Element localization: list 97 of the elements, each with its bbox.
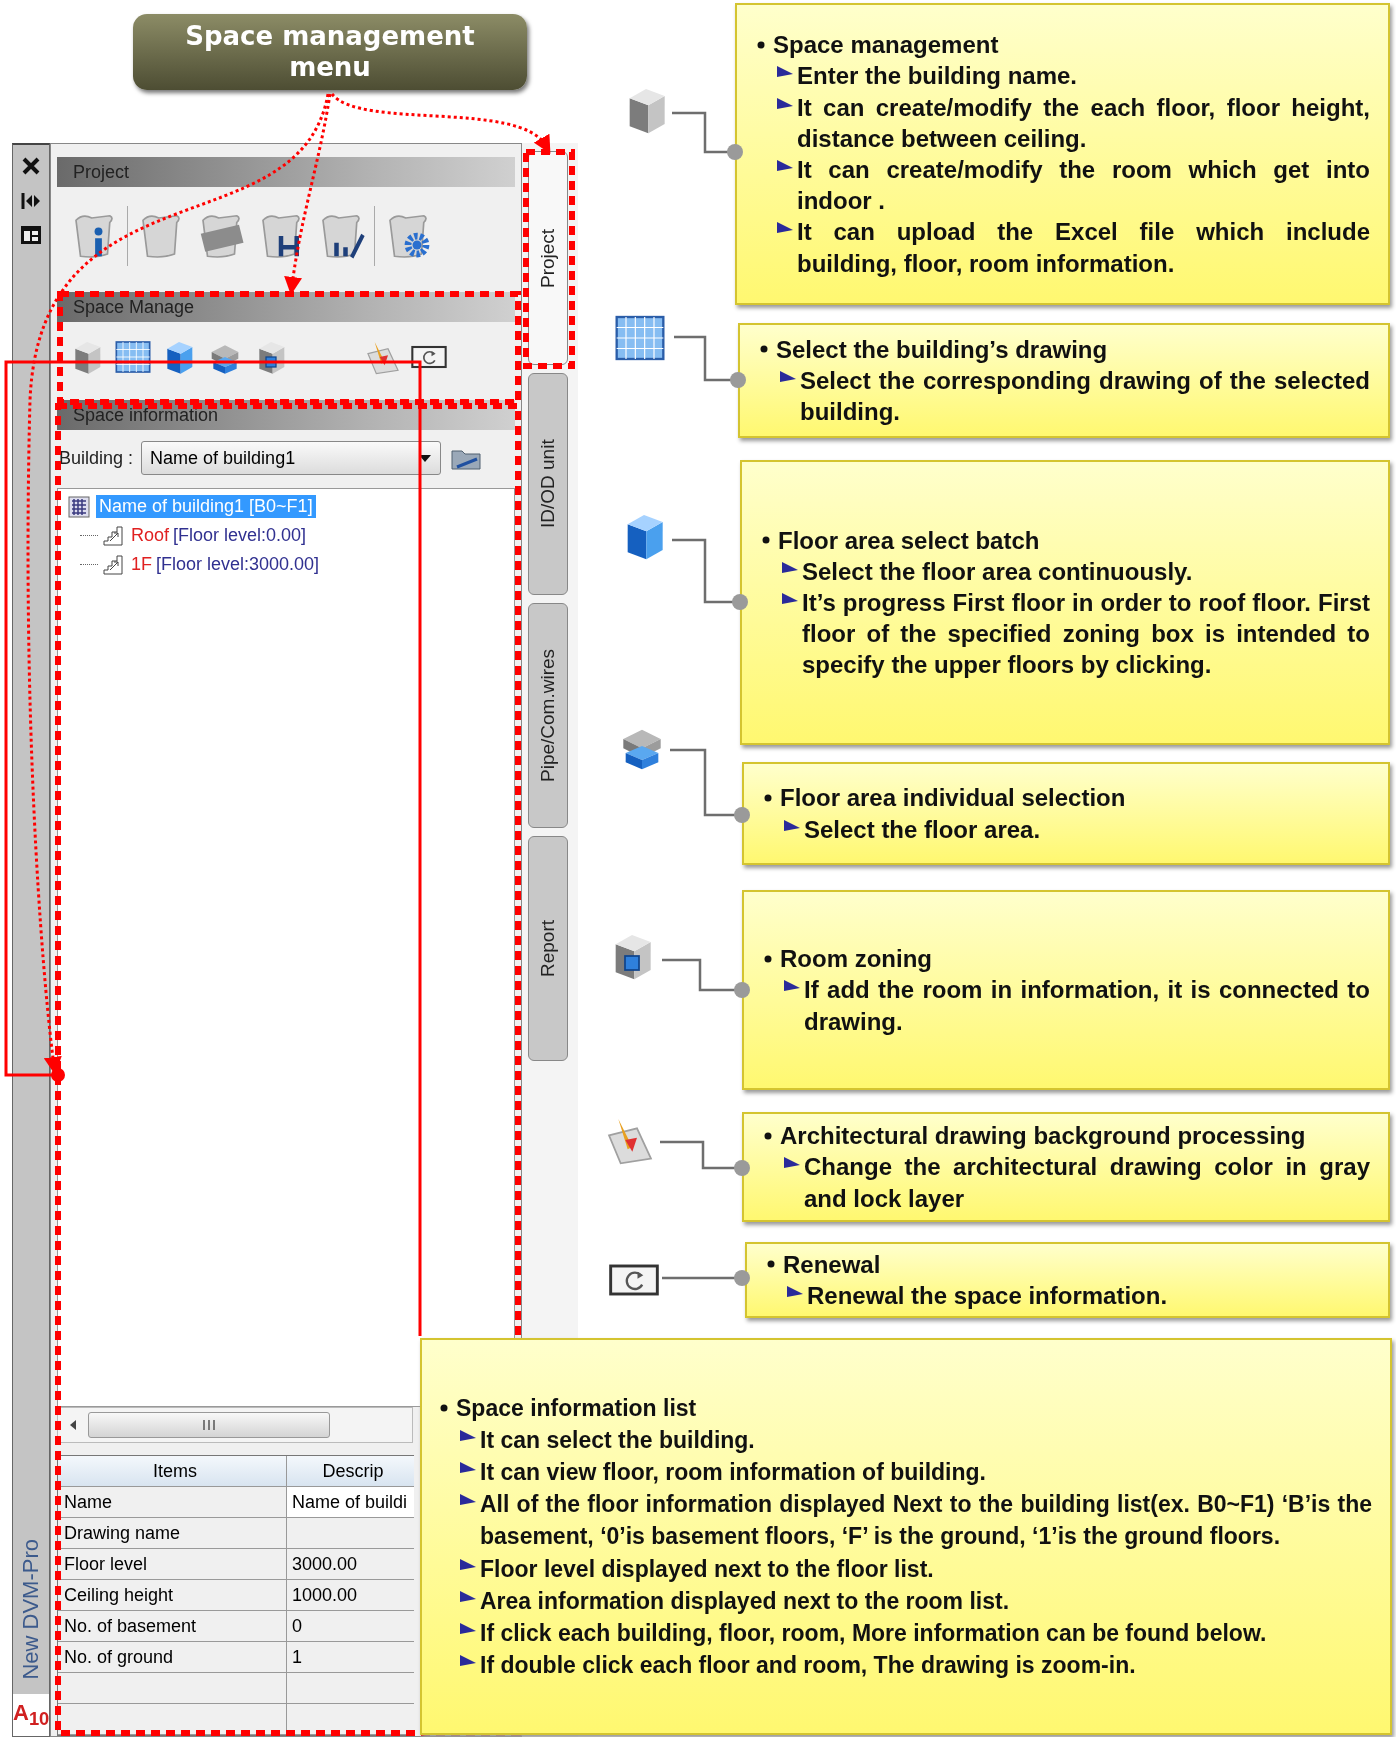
bullet-icon: [760, 345, 768, 354]
flag-bullet-icon: [784, 819, 800, 832]
callout-text: Area information displayed next to the room list.: [480, 1586, 1011, 1616]
flag-bullet-icon: [787, 1286, 803, 1298]
table-cell: Name of buildi: [287, 1487, 414, 1517]
bullet-icon: [767, 1260, 775, 1269]
flag-bullet-icon: [460, 1494, 476, 1507]
table-cell-text: 1000.00: [291, 1583, 359, 1607]
section-header: Project: [57, 157, 515, 187]
bullet-icon: [762, 536, 770, 545]
callout-text: It can create/modify the room which get into indoor .: [797, 155, 1370, 217]
flag-bullet-icon: [782, 592, 798, 605]
callout-title: Space management: [773, 30, 999, 61]
table-cell: Drawing name: [58, 1518, 287, 1548]
close-icon[interactable]: [20, 155, 42, 177]
floor-level: [Floor level:3000.00]: [156, 554, 320, 575]
building-label: Building :: [59, 447, 134, 469]
table-cell-text: 0: [291, 1614, 303, 1638]
table-cell: No. of basement: [58, 1611, 287, 1641]
callout-title: Architectural drawing background processing: [780, 1121, 1306, 1152]
scroll-left-icon[interactable]: [68, 1419, 78, 1431]
floor-name: Roof: [131, 525, 170, 546]
table-cell: Floor level: [58, 1549, 287, 1579]
callout-text: Enter the building name.: [797, 61, 1079, 92]
callout-text: Change the architectural drawing color in gray and lock layer: [804, 1152, 1370, 1214]
callout-text: Select the floor area.: [804, 814, 1042, 845]
flag-bullet-icon: [460, 1655, 476, 1668]
leader-dot: [730, 372, 746, 388]
callout-title: Renewal: [783, 1249, 881, 1280]
callout-title: Space information list: [456, 1393, 697, 1423]
bullet-icon: [764, 954, 772, 963]
column-header: Descrip: [321, 1459, 385, 1483]
callout-text: Renewal the space information.: [807, 1281, 1169, 1311]
flag-bullet-icon: [777, 97, 793, 110]
flag-bullet-icon: [784, 980, 800, 993]
callout-text: All of the floor information displayed Next to the building list(ex. B0~F1) ‘B’is the basement, ‘0’is basement floors, ‘F’ is the ground, ‘1’is the ground floors.: [480, 1490, 1372, 1552]
table-cell-text: 1: [291, 1645, 303, 1669]
flag-bullet-icon: [777, 66, 793, 79]
callout-text: Floor level displayed next to the floor list.: [480, 1554, 935, 1584]
leader-dot: [727, 144, 743, 160]
flag-bullet-icon: [460, 1558, 476, 1571]
column-header: Items: [58, 1456, 287, 1486]
leader-dot: [732, 594, 748, 610]
leader-dot: [734, 1160, 750, 1176]
table-cell-text: 3000.00: [291, 1552, 359, 1576]
app-name-label: New DVM-Pro: [18, 1539, 44, 1680]
callout-text: If double click each floor and room, The drawing is zoom-in.: [480, 1651, 1137, 1681]
flag-bullet-icon: [782, 561, 798, 574]
table-cell: Ceiling height: [58, 1580, 287, 1610]
bullet-icon: [757, 40, 765, 49]
horizontal-scrollbar[interactable]: [57, 1407, 413, 1443]
leader-dot: [734, 807, 750, 823]
tree-item[interactable]: Roof [Floor level:0.00]: [128, 524, 310, 547]
flag-bullet-icon: [460, 1429, 476, 1442]
callout-text: It can view floor, room information of building.: [480, 1458, 987, 1488]
floor-name: 1F: [131, 554, 152, 575]
side-tab[interactable]: Project: [528, 151, 568, 365]
side-tab[interactable]: Pipe/Com.wires: [528, 603, 568, 828]
flag-bullet-icon: [780, 370, 796, 383]
grip-icon: [202, 1419, 216, 1431]
bullet-icon: [764, 793, 772, 802]
callout-text: It can select the building.: [480, 1425, 756, 1455]
menu-title-badge: Space management menu: [133, 14, 527, 90]
expand-icon[interactable]: [20, 191, 42, 211]
flag-bullet-icon: [460, 1590, 476, 1603]
panel-icon[interactable]: [20, 225, 42, 245]
callout-title: Floor area individual selection: [780, 783, 1126, 814]
callout-text: If add the room in information, it is connected to drawing.: [804, 975, 1370, 1037]
floor-level: [Floor level:0.00]: [173, 525, 307, 546]
callout-title: Select the building’s drawing: [776, 334, 1108, 365]
callout-text: Select the corresponding drawing of the selected building.: [800, 365, 1370, 428]
callout-title: Floor area select batch: [778, 525, 1040, 556]
flag-bullet-icon: [460, 1462, 476, 1475]
flag-bullet-icon: [460, 1622, 476, 1635]
flag-bullet-icon: [784, 1157, 800, 1170]
bullet-icon: [764, 1131, 772, 1140]
leader-dot: [734, 1270, 750, 1286]
grid-icon: [68, 495, 90, 518]
flag-bullet-icon: [777, 160, 793, 172]
side-tab[interactable]: ID/OD unit: [528, 373, 568, 595]
stairs-icon: [102, 553, 124, 576]
bullet-icon: [440, 1403, 448, 1412]
callout-text: It can upload the Excel file which include building, floor, room information.: [797, 217, 1370, 279]
app-logo: A$_{10}$: [13, 1693, 49, 1736]
callout-text: It’s progress First floor in order to roof floor. First floor of the specified zoning box is intended to specify the upper floors by clicking.: [802, 587, 1370, 681]
leader-dot: [734, 982, 750, 998]
flag-bullet-icon: [777, 222, 793, 235]
callout-text: If click each building, floor, room, More information can be found below.: [480, 1618, 1268, 1648]
callout-text: Select the floor area continuously.: [802, 556, 1194, 587]
side-tab[interactable]: Report: [528, 836, 568, 1061]
table-cell: No. of ground: [58, 1642, 287, 1672]
building-dropdown[interactable]: Name of building1: [141, 441, 442, 475]
scroll-thumb[interactable]: [88, 1412, 330, 1438]
callout-text: It can create/modify the each floor, floor height, distance between ceiling.: [797, 92, 1370, 154]
tree-item[interactable]: 1F [Floor level:3000.00]: [128, 553, 323, 576]
stairs-icon: [102, 524, 124, 547]
callout-title: Room zoning: [780, 944, 932, 975]
